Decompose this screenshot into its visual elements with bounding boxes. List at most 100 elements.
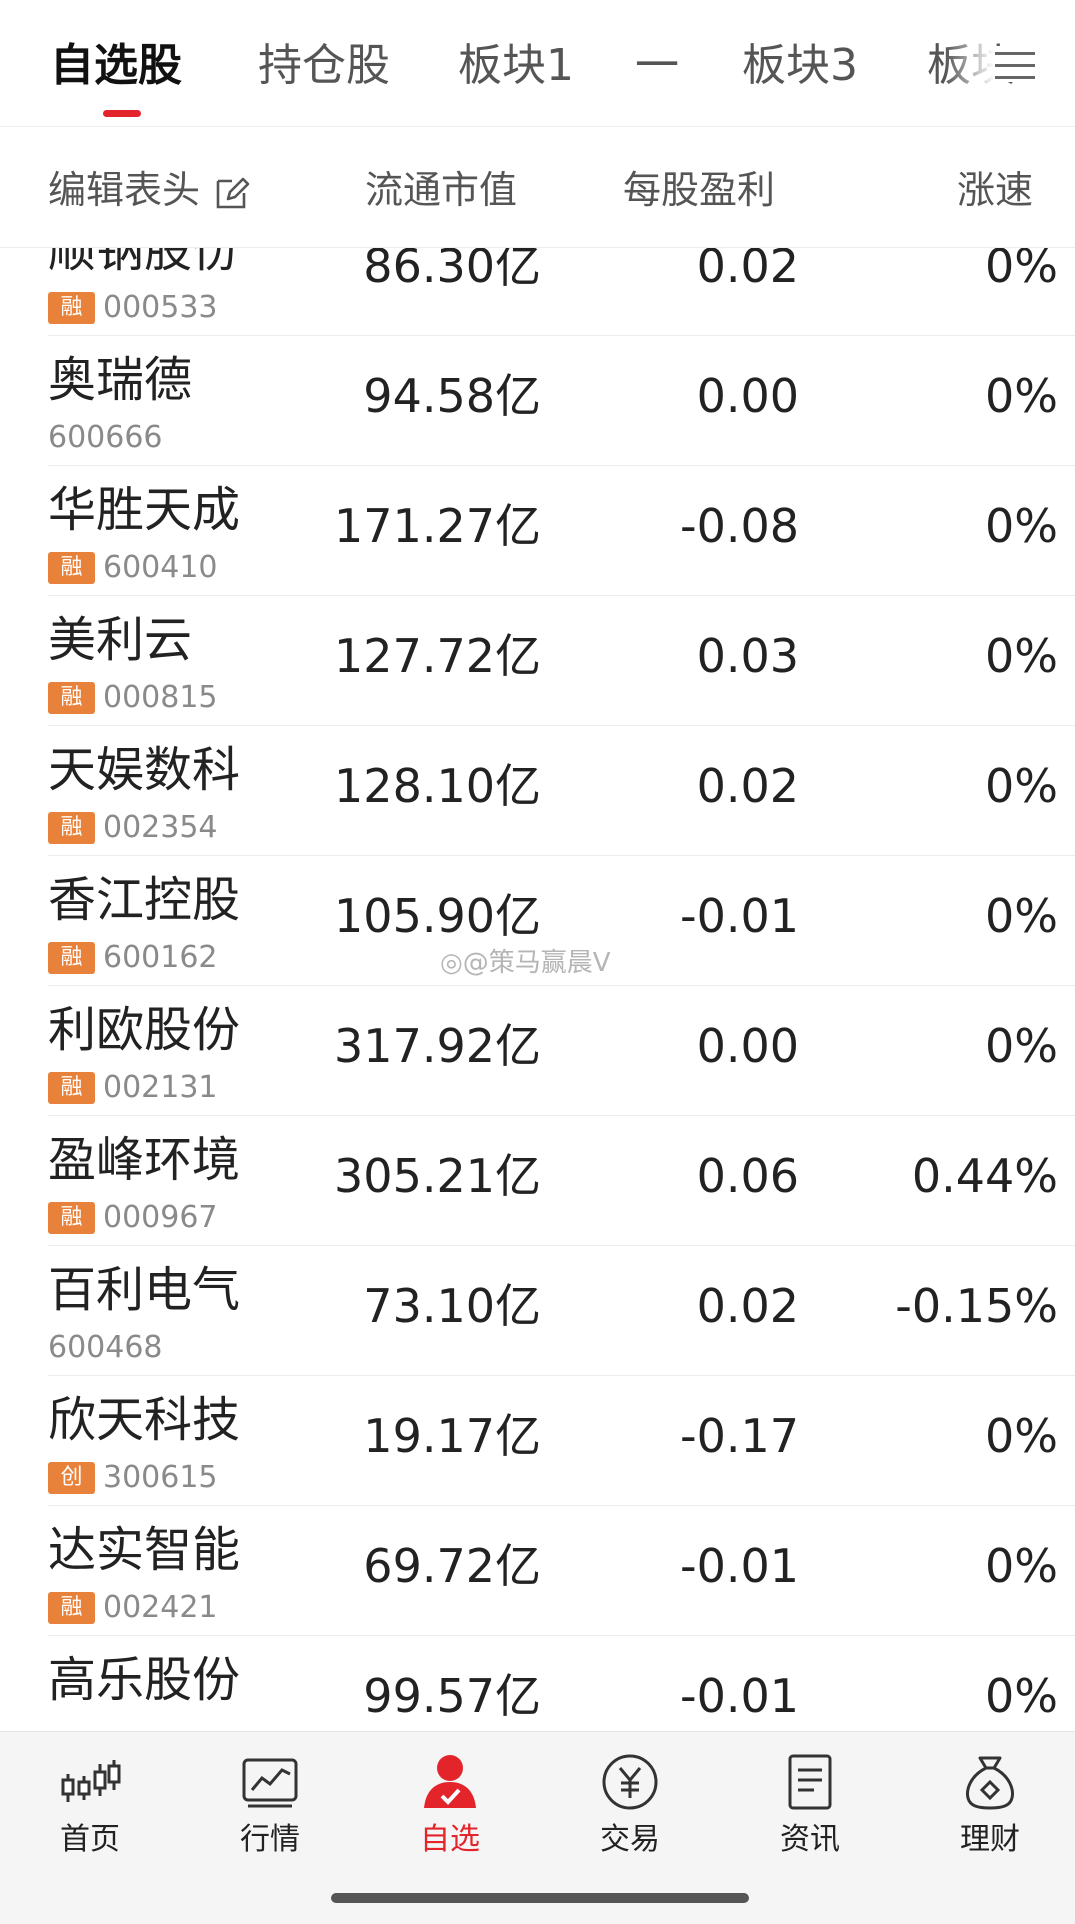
- nav-market[interactable]: 行情: [210, 1750, 330, 1870]
- market-chart-icon: [242, 1758, 298, 1808]
- stock-name: 利欧股份: [48, 1002, 241, 1058]
- speed-value: 0%: [985, 499, 1058, 553]
- watchlist-tab-bar: 自选股 持仓股 板块1 一 板块3 板块: [0, 0, 1075, 127]
- stock-row[interactable]: 奥瑞德 600666 94.58亿 0.00 0%: [48, 336, 1075, 466]
- stock-code-line: 融 002421: [48, 1590, 218, 1624]
- tab-sector-3[interactable]: 板块3: [742, 36, 858, 96]
- stock-code-line: 融 600410: [48, 550, 218, 584]
- float-mktcap-value: 128.10亿: [334, 759, 541, 813]
- nav-watchlist[interactable]: 自选: [390, 1750, 510, 1870]
- float-mktcap-value: 305.21亿: [334, 1149, 541, 1203]
- home-indicator[interactable]: [331, 1893, 749, 1903]
- stock-name: 盈峰环境: [48, 1132, 241, 1188]
- eps-value: 0.02: [696, 248, 799, 293]
- stock-list[interactable]: 顺钠股份融 000533 86.30亿 0.02 0% 奥瑞德 600666 94.58亿 0.…: [0, 248, 1075, 1731]
- float-mktcap-value: 86.30亿: [363, 248, 541, 293]
- stock-code-line: 创 300615: [48, 1460, 218, 1494]
- eps-value: 0.02: [696, 1279, 799, 1333]
- tab-watchlist[interactable]: 自选股: [50, 36, 182, 96]
- col-eps[interactable]: 每股盈利: [623, 165, 775, 215]
- float-mktcap-value: 317.92亿: [334, 1019, 541, 1073]
- stock-name: 达实智能: [48, 1522, 241, 1578]
- col-speed[interactable]: 涨速: [957, 165, 1033, 215]
- edit-header-button[interactable]: 编辑表头: [48, 165, 250, 215]
- eps-value: 0.00: [696, 1019, 799, 1073]
- stock-code: 600410: [103, 549, 218, 585]
- stock-row[interactable]: 高乐股份 99.57亿 -0.01 0%: [48, 1636, 1075, 1731]
- stock-code-line: 融 000967: [48, 1200, 218, 1234]
- eps-value: -0.01: [679, 1539, 799, 1593]
- stock-code-line: 融 000815: [48, 680, 218, 714]
- stock-code: 600666: [48, 419, 163, 455]
- col-float-mktcap[interactable]: 流通市值: [365, 165, 517, 215]
- stock-row[interactable]: 天娱数科融 002354 128.10亿 0.02 0%: [48, 726, 1075, 856]
- speed-value: 0%: [985, 889, 1058, 943]
- float-mktcap-value: 127.72亿: [334, 629, 541, 683]
- speed-value: 0.44%: [911, 1149, 1058, 1203]
- float-mktcap-value: 171.27亿: [334, 499, 541, 553]
- speed-value: 0%: [985, 1409, 1058, 1463]
- stock-row[interactable]: 顺钠股份融 000533 86.30亿 0.02 0%: [48, 248, 1075, 336]
- edit-icon: [216, 177, 250, 208]
- stock-code: 600468: [48, 1329, 163, 1365]
- watermark: ◎@策马赢晨V: [440, 942, 610, 979]
- speed-value: 0%: [985, 369, 1058, 423]
- tab-group-dash[interactable]: 一: [635, 36, 679, 96]
- stock-row[interactable]: 欣天科技创 300615 19.17亿 -0.17 0%: [48, 1376, 1075, 1506]
- speed-value: 0%: [985, 759, 1058, 813]
- eps-value: -0.01: [679, 1669, 799, 1723]
- stock-code-line: 融 002131: [48, 1070, 218, 1104]
- speed-value: -0.15%: [895, 1279, 1058, 1333]
- stock-row[interactable]: 华胜天成融 600410 171.27亿 -0.08 0%: [48, 466, 1075, 596]
- money-bag-icon: [966, 1756, 1014, 1810]
- tab-fade: [945, 20, 995, 110]
- tab-sector-1[interactable]: 板块1: [458, 36, 574, 96]
- watermark-text: @策马赢晨V: [462, 948, 611, 978]
- margin-badge: 创: [48, 1461, 95, 1494]
- stock-code: 000533: [103, 289, 218, 325]
- nav-home-label: 首页: [60, 1822, 120, 1857]
- margin-badge: 融: [48, 681, 95, 714]
- stock-row[interactable]: 达实智能融 002421 69.72亿 -0.01 0%: [48, 1506, 1075, 1636]
- margin-badge: 融: [48, 1071, 95, 1104]
- eps-value: -0.17: [679, 1409, 799, 1463]
- active-tab-indicator: [103, 110, 141, 117]
- stock-code: 000815: [103, 679, 218, 715]
- stock-row[interactable]: 盈峰环境融 000967 305.21亿 0.06 0.44%: [48, 1116, 1075, 1246]
- nav-news[interactable]: 资讯: [750, 1750, 870, 1870]
- tab-holdings[interactable]: 持仓股: [258, 36, 390, 96]
- candlestick-icon: [61, 1760, 121, 1802]
- nav-wealth[interactable]: 理财: [930, 1750, 1050, 1870]
- stock-row[interactable]: 百利电气 600468 73.10亿 0.02 -0.15%: [48, 1246, 1075, 1376]
- stock-code: 002131: [103, 1069, 218, 1105]
- float-mktcap-value: 99.57亿: [363, 1669, 541, 1723]
- eps-value: 0.03: [696, 629, 799, 683]
- stock-code-line: 融 002354: [48, 810, 218, 844]
- stock-code-line: 融 600162: [48, 940, 218, 974]
- nav-market-label: 行情: [240, 1822, 300, 1857]
- stock-code-line: 融 000533: [48, 290, 218, 324]
- stock-name: 顺钠股份: [48, 248, 241, 278]
- stock-name: 奥瑞德: [48, 352, 193, 408]
- stock-code: 600162: [103, 939, 218, 975]
- stock-name: 高乐股份: [48, 1652, 241, 1708]
- speed-value: 0%: [985, 1019, 1058, 1073]
- stock-row[interactable]: 美利云融 000815 127.72亿 0.03 0%: [48, 596, 1075, 726]
- float-mktcap-value: 73.10亿: [363, 1279, 541, 1333]
- stock-name: 百利电气: [48, 1262, 241, 1318]
- stock-row[interactable]: 利欧股份融 002131 317.92亿 0.00 0%: [48, 986, 1075, 1116]
- nav-trade-label: 交易: [600, 1822, 660, 1857]
- float-mktcap-value: 19.17亿: [363, 1409, 541, 1463]
- nav-home[interactable]: 首页: [30, 1750, 150, 1870]
- stock-code: 002421: [103, 1589, 218, 1625]
- margin-badge: 融: [48, 941, 95, 974]
- nav-trade[interactable]: 交易: [570, 1750, 690, 1870]
- menu-icon[interactable]: [995, 46, 1035, 82]
- eps-value: -0.08: [679, 499, 799, 553]
- margin-badge: 融: [48, 811, 95, 844]
- eps-value: 0.02: [696, 759, 799, 813]
- speed-value: 0%: [985, 1669, 1058, 1723]
- stock-name: 美利云: [48, 612, 193, 668]
- float-mktcap-value: 94.58亿: [363, 369, 541, 423]
- nav-watchlist-label: 自选: [420, 1822, 480, 1857]
